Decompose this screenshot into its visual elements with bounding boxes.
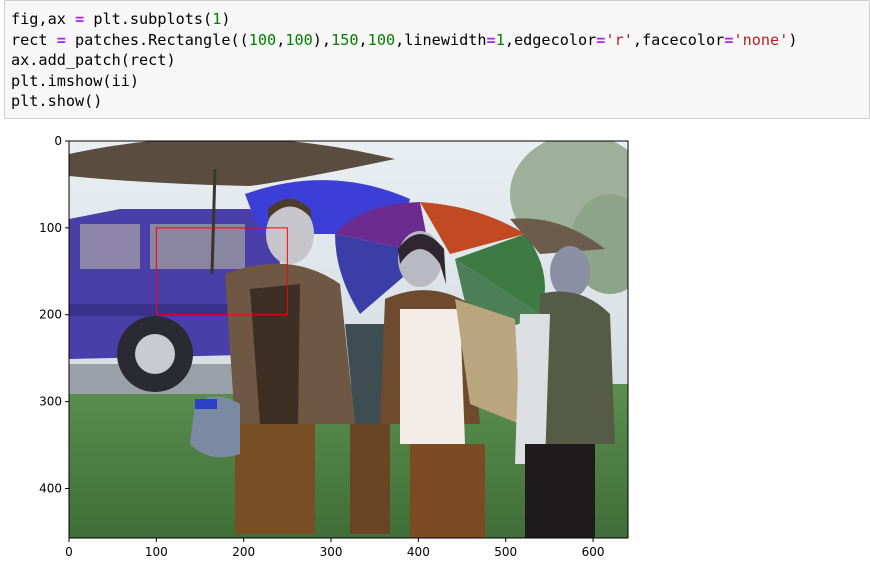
code-token: 'r' — [605, 30, 633, 49]
y-tick-label: 300 — [39, 395, 62, 409]
y-tick-label: 400 — [39, 481, 62, 495]
code-token: ,facecolor — [632, 30, 725, 49]
code-token: 150 — [331, 30, 359, 49]
code-token: plt.show() — [11, 92, 103, 110]
y-tick-label: 100 — [39, 221, 62, 235]
x-tick-label: 0 — [65, 545, 73, 559]
code-token: , — [358, 30, 368, 49]
code-token: , — [276, 30, 286, 49]
code-token: ,linewidth — [395, 30, 487, 49]
code-token: ), — [312, 30, 332, 49]
y-tick-label: 0 — [54, 134, 62, 148]
y-axis: 0 100 200 300 400 — [39, 134, 69, 495]
x-tick-label: 600 — [582, 545, 605, 559]
x-tick-label: 100 — [145, 545, 168, 559]
code-line: rect = patches.Rectangle((100,100),150,1… — [11, 30, 798, 51]
code-token: fig,ax — [11, 10, 76, 28]
x-tick-label: 300 — [320, 545, 343, 559]
plotted-image — [69, 141, 628, 538]
code-cell[interactable]: fig,ax = plt.subplots(1) rect = patches.R… — [4, 0, 870, 119]
code-token: = — [56, 30, 66, 49]
x-tick-label: 400 — [407, 545, 430, 559]
code-token: patches.Rectangle(( — [65, 30, 249, 49]
output-area: 0 100 200 300 400 500 600 0 100 200 300 400 — [0, 124, 870, 574]
code-token: 100 — [367, 30, 396, 49]
code-editor[interactable]: fig,ax = plt.subplots(1) rect = patches.R… — [11, 9, 798, 112]
x-tick-label: 500 — [494, 545, 517, 559]
code-token: 1 — [212, 10, 222, 28]
x-tick-label: 200 — [232, 545, 255, 559]
code-token: 'none' — [733, 30, 789, 49]
matplotlib-figure: 0 100 200 300 400 500 600 0 100 200 300 400 — [39, 134, 629, 559]
code-token: plt.imshow(ii) — [11, 71, 140, 90]
code-token: ) — [788, 30, 798, 49]
code-token: = — [75, 10, 85, 28]
x-axis: 0 100 200 300 400 500 600 — [65, 538, 605, 559]
code-token: ax.add_patch(rect) — [11, 51, 176, 69]
code-line: plt.imshow(ii) — [11, 71, 798, 92]
code-token: rect — [11, 30, 57, 49]
code-token: 1 — [495, 30, 505, 49]
y-tick-label: 200 — [39, 308, 62, 322]
code-token: plt.subplots( — [84, 10, 213, 28]
code-token: = — [486, 30, 496, 49]
code-line: fig,ax = plt.subplots(1) — [11, 9, 798, 30]
code-token: 100 — [248, 30, 277, 49]
code-token: ) — [221, 10, 231, 28]
code-token: ,edgecolor — [504, 30, 597, 49]
code-line: plt.show() — [11, 91, 798, 112]
code-token: 100 — [285, 30, 313, 49]
code-line: ax.add_patch(rect) — [11, 50, 798, 71]
